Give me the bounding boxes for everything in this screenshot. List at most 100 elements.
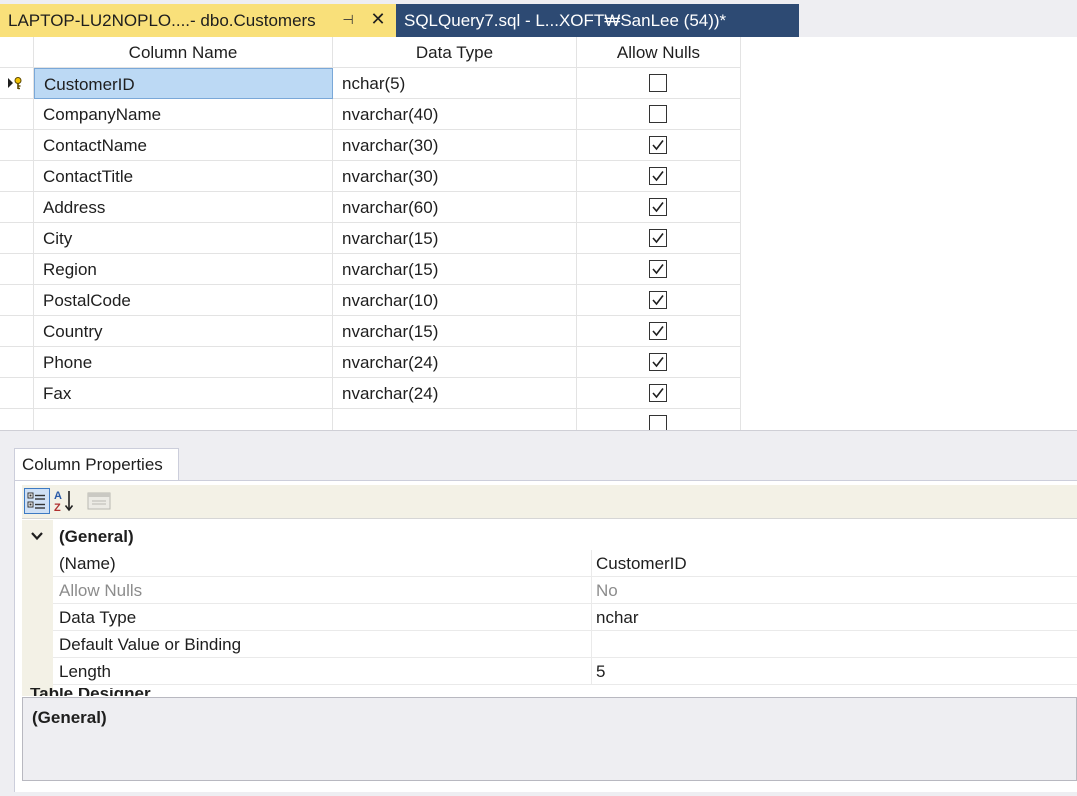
table-row[interactable]: ContactTitle nvarchar(30): [0, 161, 741, 192]
column-name-cell[interactable]: [34, 409, 333, 430]
allow-nulls-cell: [577, 409, 741, 430]
property-row[interactable]: Length 5: [53, 658, 1077, 685]
allow-nulls-checkbox[interactable]: [649, 384, 667, 402]
allow-nulls-checkbox[interactable]: [649, 415, 667, 430]
property-value[interactable]: 5: [596, 658, 605, 685]
allow-nulls-checkbox[interactable]: [649, 291, 667, 309]
alphabetical-button[interactable]: A Z: [52, 488, 78, 514]
category-general[interactable]: (General): [22, 524, 1077, 550]
property-divider: [591, 577, 592, 604]
column-name-header: Column Name: [34, 37, 333, 68]
property-name: Length: [59, 662, 111, 681]
table-row[interactable]: City nvarchar(15): [0, 223, 741, 254]
row-selector[interactable]: [0, 223, 34, 254]
property-name: Allow Nulls: [59, 581, 143, 600]
tab-title: SQLQuery7.sql - L...XOFT₩SanLee (54))*: [404, 10, 727, 30]
allow-nulls-checkbox[interactable]: [649, 260, 667, 278]
column-name-cell[interactable]: City: [34, 223, 333, 254]
allow-nulls-cell: [577, 347, 741, 378]
allow-nulls-checkbox[interactable]: [649, 198, 667, 216]
checkmark-icon: [652, 140, 664, 151]
allow-nulls-checkbox[interactable]: [649, 74, 667, 92]
table-row[interactable]: ContactName nvarchar(30): [0, 130, 741, 161]
data-type-cell[interactable]: nvarchar(10): [333, 285, 577, 316]
row-selector[interactable]: [0, 161, 34, 192]
property-row[interactable]: (Name) CustomerID: [53, 550, 1077, 577]
table-row[interactable]: Address nvarchar(60): [0, 192, 741, 223]
allow-nulls-checkbox[interactable]: [649, 105, 667, 123]
allow-nulls-cell: [577, 285, 741, 316]
row-selector[interactable]: [0, 99, 34, 130]
table-row[interactable]: Fax nvarchar(24): [0, 378, 741, 409]
table-row[interactable]: PostalCode nvarchar(10): [0, 285, 741, 316]
table-row[interactable]: Country nvarchar(15): [0, 316, 741, 347]
row-selector[interactable]: [0, 130, 34, 161]
property-value[interactable]: nchar: [596, 604, 639, 631]
property-divider: [591, 550, 592, 577]
pane-splitter[interactable]: [0, 430, 1077, 437]
data-type-cell[interactable]: nvarchar(15): [333, 223, 577, 254]
row-selector[interactable]: [0, 409, 34, 430]
row-selector[interactable]: [0, 68, 34, 99]
property-value[interactable]: CustomerID: [596, 550, 687, 577]
row-selector[interactable]: [0, 285, 34, 316]
table-row[interactable]: Phone nvarchar(24): [0, 347, 741, 378]
column-name-cell[interactable]: Address: [34, 192, 333, 223]
data-type-cell[interactable]: nvarchar(40): [333, 99, 577, 130]
row-selector[interactable]: [0, 254, 34, 285]
row-selector[interactable]: [0, 192, 34, 223]
column-name-cell[interactable]: Country: [34, 316, 333, 347]
property-divider: [591, 631, 592, 658]
table-row[interactable]: CustomerID nchar(5): [0, 68, 741, 99]
row-selector[interactable]: [0, 347, 34, 378]
table-row[interactable]: [0, 409, 741, 430]
property-name: (Name): [59, 554, 116, 573]
property-row[interactable]: Allow Nulls No: [53, 577, 1077, 604]
close-icon[interactable]: ✕: [368, 9, 388, 29]
data-type-cell[interactable]: [333, 409, 577, 430]
data-type-cell[interactable]: nvarchar(15): [333, 316, 577, 347]
data-type-cell[interactable]: nvarchar(30): [333, 161, 577, 192]
data-type-cell[interactable]: nvarchar(60): [333, 192, 577, 223]
checkmark-icon: [652, 326, 664, 337]
tab-sqlquery7[interactable]: SQLQuery7.sql - L...XOFT₩SanLee (54))*: [396, 4, 799, 37]
allow-nulls-checkbox[interactable]: [649, 353, 667, 371]
column-name-cell[interactable]: CompanyName: [34, 99, 333, 130]
allow-nulls-checkbox[interactable]: [649, 136, 667, 154]
categorized-button[interactable]: [24, 488, 50, 514]
data-type-cell[interactable]: nvarchar(15): [333, 254, 577, 285]
column-name-cell[interactable]: Region: [34, 254, 333, 285]
table-row[interactable]: Region nvarchar(15): [0, 254, 741, 285]
pin-icon[interactable]: ⊣: [340, 11, 356, 29]
property-row[interactable]: Default Value or Binding: [53, 631, 1077, 658]
allow-nulls-checkbox[interactable]: [649, 322, 667, 340]
data-type-cell[interactable]: nvarchar(24): [333, 347, 577, 378]
data-type-header: Data Type: [333, 37, 577, 68]
allow-nulls-cell: [577, 130, 741, 161]
row-selector[interactable]: [0, 316, 34, 347]
property-pages-icon: [87, 492, 111, 510]
column-name-cell[interactable]: PostalCode: [34, 285, 333, 316]
property-pages-button[interactable]: [86, 488, 112, 514]
row-selector[interactable]: [0, 378, 34, 409]
property-name: Default Value or Binding: [59, 635, 242, 654]
allow-nulls-checkbox[interactable]: [649, 229, 667, 247]
column-name-cell[interactable]: ContactName: [34, 130, 333, 161]
data-type-cell[interactable]: nvarchar(24): [333, 378, 577, 409]
column-name-cell[interactable]: ContactTitle: [34, 161, 333, 192]
checkmark-icon: [652, 171, 664, 182]
sort-az-icon: A Z: [54, 490, 74, 514]
chevron-down-icon[interactable]: [30, 529, 44, 543]
column-name-cell[interactable]: Fax: [34, 378, 333, 409]
data-type-cell[interactable]: nvarchar(30): [333, 130, 577, 161]
column-name-cell[interactable]: CustomerID: [34, 68, 333, 99]
column-name-cell[interactable]: Phone: [34, 347, 333, 378]
property-row[interactable]: Data Type nchar: [53, 604, 1077, 631]
tab-customers-designer[interactable]: LAPTOP-LU2NOPLO....- dbo.Customers ⊣ ✕: [0, 4, 396, 37]
category-table-designer[interactable]: Table Designer: [30, 688, 180, 696]
svg-text:Z: Z: [54, 502, 61, 514]
allow-nulls-checkbox[interactable]: [649, 167, 667, 185]
table-row[interactable]: CompanyName nvarchar(40): [0, 99, 741, 130]
tab-column-properties[interactable]: Column Properties: [14, 448, 179, 480]
data-type-cell[interactable]: nchar(5): [333, 68, 577, 99]
